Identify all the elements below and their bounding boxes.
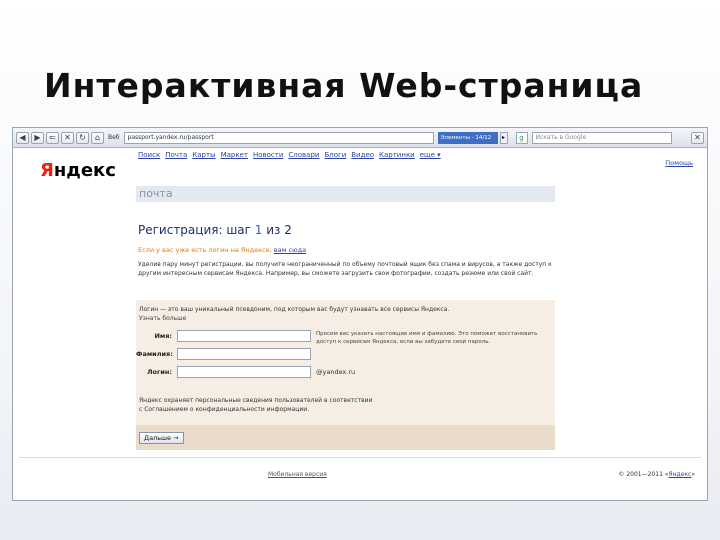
nav-more[interactable]: еще ▾ (420, 151, 441, 159)
first-name-label: Имя: (154, 332, 172, 340)
browser-window: ◀ ▶ ⇐ ✕ ↻ ⌂ Веб passport.yandex.ru/passp… (12, 127, 708, 501)
find-next-icon[interactable]: ▸ (499, 131, 508, 144)
privacy-notice: Яндекс охраняет персональные сведения по… (139, 397, 373, 413)
nav-item[interactable]: Маркет (221, 151, 248, 159)
nav-item[interactable]: Видео (351, 151, 374, 159)
google-search-input[interactable]: Искать в Google (531, 131, 672, 144)
nav-item[interactable]: Карты (192, 151, 215, 159)
help-link[interactable]: Помощь (665, 159, 693, 167)
registration-description: Уделив пару минут регистрации, вы получи… (138, 261, 552, 277)
first-name-field[interactable] (177, 330, 311, 342)
service-name-bar: почта (136, 186, 555, 202)
last-name-label: Фамилия: (136, 350, 173, 358)
address-bar[interactable]: passport.yandex.ru/passport (123, 131, 434, 144)
find-field[interactable]: Элементы - 14/12 (437, 131, 498, 144)
back-arrow-icon[interactable]: ◀ (16, 131, 29, 144)
top-navigation: Поиск Почта Карты Маркет Новости Словари… (138, 151, 441, 159)
domain-suffix: @yandex.ru (316, 368, 356, 376)
home-icon[interactable]: ⌂ (91, 131, 104, 144)
browser-toolbar: ◀ ▶ ⇐ ✕ ↻ ⌂ Веб passport.yandex.ru/passp… (13, 128, 707, 148)
slide-title: Интерактивная Web-страница (44, 66, 644, 105)
login-field[interactable] (177, 366, 311, 378)
last-name-field[interactable] (177, 348, 311, 360)
reload-icon[interactable]: ↻ (76, 131, 89, 144)
nav-item[interactable]: Поиск (138, 151, 160, 159)
close-icon[interactable]: ✕ (691, 131, 704, 144)
name-hint: Просим вас указать настоящие имя и фамил… (316, 331, 538, 345)
submit-strip: Дальше → (136, 425, 555, 450)
google-icon[interactable]: g (515, 131, 528, 144)
existing-account-link[interactable]: вам сюда (274, 246, 306, 254)
registration-form: Логин — это ваш уникальный псевдоним, по… (136, 300, 555, 450)
login-row: Логин: @yandex.ru (136, 366, 355, 378)
history-icon[interactable]: ⇐ (46, 131, 59, 144)
toolbar-label: Веб (108, 134, 120, 141)
learn-more-link[interactable]: Узнать больше (139, 315, 449, 322)
first-name-row: Имя: (136, 330, 311, 342)
nav-item[interactable]: Новости (253, 151, 283, 159)
footer-divider (19, 457, 701, 458)
next-button[interactable]: Дальше → (139, 432, 184, 444)
copyright: © 2001—2011 «Яндекс» (618, 471, 695, 478)
nav-item[interactable]: Почта (165, 151, 187, 159)
yandex-link[interactable]: Яндекс (668, 471, 691, 478)
yandex-logo[interactable]: Яндекс (40, 160, 116, 181)
last-name-row: Фамилия: (136, 348, 311, 360)
mobile-version-link[interactable]: Мобильная версия (268, 471, 327, 478)
form-intro: Логин — это ваш уникальный псевдоним, по… (139, 306, 450, 322)
forward-arrow-icon[interactable]: ▶ (31, 131, 44, 144)
nav-item[interactable]: Словари (288, 151, 319, 159)
nav-item[interactable]: Блоги (324, 151, 346, 159)
existing-account-notice: Если у вас уже есть логин на Яндексе, ва… (138, 246, 307, 254)
page-content: Яндекс Поиск Почта Карты Маркет Новости … (13, 148, 707, 500)
login-label: Логин: (147, 368, 172, 376)
stop-icon[interactable]: ✕ (61, 131, 74, 144)
nav-item[interactable]: Картинки (379, 151, 415, 159)
page-title: Регистрация: шаг 1 из 2 (138, 223, 292, 237)
